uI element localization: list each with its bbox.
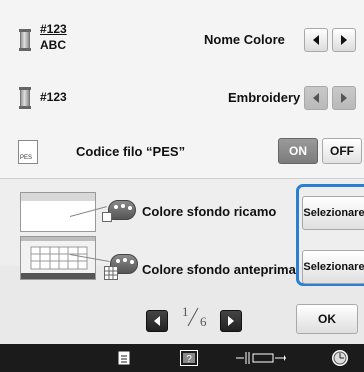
page-next-button[interactable] (220, 310, 242, 332)
pes-file-icon: PES (18, 140, 38, 164)
preview-background-preview (20, 236, 96, 280)
palette-icon (108, 200, 136, 220)
pes-code-row: PES Codice filo “PES” ON OFF (0, 124, 364, 178)
thread-spool-icon (19, 87, 31, 109)
select-embroidery-background-button[interactable]: Selezionare (302, 196, 364, 230)
clock-icon[interactable] (328, 344, 352, 372)
thread-name-row: #123 ABC Nome Colore (0, 16, 364, 70)
status-bar: ? (0, 344, 364, 372)
thread-name-next-button[interactable] (332, 28, 356, 52)
thread-spool-icon (19, 29, 31, 51)
page-icon[interactable] (112, 344, 136, 372)
pes-off-button[interactable]: OFF (322, 138, 362, 164)
embroidery-background-label: Colore sfondo ricamo (142, 204, 277, 219)
arrow-left-icon (154, 316, 160, 326)
preview-background-label: Colore sfondo anteprima (142, 262, 296, 277)
thread-brand-row: #123 Embroidery (0, 70, 364, 124)
thread-brand-next-button[interactable] (332, 86, 356, 110)
select-preview-background-button[interactable]: Selezionare (302, 250, 364, 284)
thread-code-name: ABC (40, 38, 66, 52)
arrow-right-icon (341, 35, 347, 45)
page-prev-button[interactable] (146, 310, 168, 332)
thread-brand-label: Embroidery (228, 90, 301, 105)
svg-text:?: ? (186, 354, 192, 365)
pes-on-button[interactable]: ON (278, 138, 318, 164)
spacing-icon[interactable] (234, 344, 288, 372)
thread-name-label: Nome Colore (204, 32, 285, 47)
thread-brand-prev-button[interactable] (304, 86, 328, 110)
background-swatch-icon (102, 212, 112, 222)
pes-code-label: Codice filo “PES” (76, 144, 186, 159)
grid-pattern-icon (21, 237, 95, 279)
arrow-right-icon (228, 316, 234, 326)
grid-swatch-icon (104, 266, 118, 280)
help-icon[interactable]: ? (176, 344, 202, 372)
thread-brand-code: #123 (40, 90, 67, 104)
thread-code-number: #123 (40, 22, 67, 36)
arrow-left-icon (313, 93, 319, 103)
thread-name-prev-button[interactable] (304, 28, 328, 52)
arrow-right-icon (341, 93, 347, 103)
ok-button[interactable]: OK (296, 304, 358, 334)
arrow-left-icon (313, 35, 319, 45)
page-total: 6 (200, 314, 207, 329)
